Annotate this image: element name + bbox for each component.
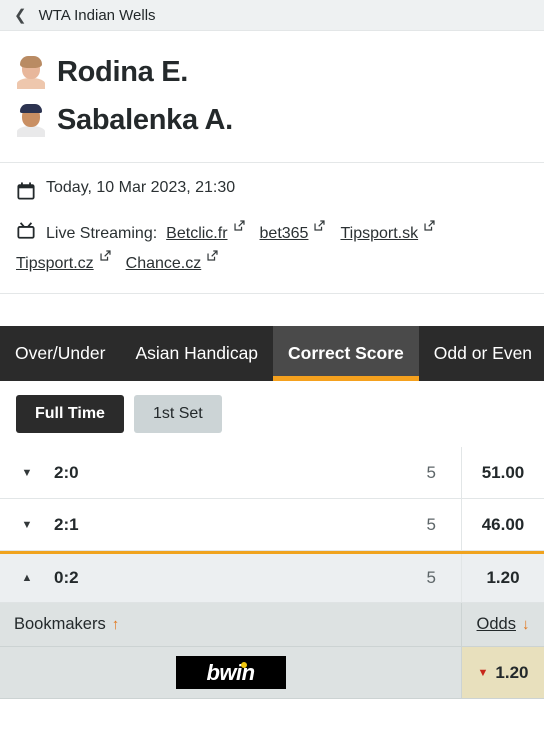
tab-odd-or-even[interactable]: Odd or Even bbox=[419, 326, 544, 381]
bookmakers-sort[interactable]: Bookmakers ↑ bbox=[0, 615, 461, 634]
bwin-logo-text: bwin bbox=[206, 659, 255, 685]
bookmaker-logo-cell[interactable]: bwin bbox=[0, 647, 461, 699]
bwin-logo[interactable]: bwin bbox=[175, 656, 286, 689]
avatar bbox=[16, 103, 46, 137]
avatar bbox=[16, 55, 46, 89]
sort-asc-icon: ↑ bbox=[111, 616, 120, 633]
period-selector: Full Time 1st Set bbox=[0, 381, 544, 447]
chevron-down-icon[interactable]: ▼ bbox=[0, 467, 54, 479]
stream-link-bet365[interactable]: bet365 bbox=[260, 219, 309, 249]
chevron-up-icon[interactable]: ▲ bbox=[0, 572, 54, 584]
stream-link-betclic[interactable]: Betclic.fr bbox=[166, 219, 227, 249]
player-row[interactable]: Rodina E. bbox=[16, 48, 544, 96]
market-tabs: Over/Under Asian Handicap Correct Score … bbox=[0, 326, 544, 381]
stream-link-tipsport-cz[interactable]: Tipsport.cz bbox=[16, 249, 94, 279]
external-link-icon bbox=[424, 220, 435, 231]
streaming-line: Live Streaming: Betclic.fr bet365 Tipspo… bbox=[16, 219, 528, 279]
bwin-logo-dot bbox=[240, 662, 247, 668]
external-link-icon bbox=[314, 220, 326, 231]
trend-down-icon: ▼ bbox=[477, 666, 489, 679]
odds-sort[interactable]: Odds ↓ bbox=[461, 603, 544, 646]
chevron-down-icon[interactable]: ▼ bbox=[0, 519, 54, 531]
sort-desc-icon: ↓ bbox=[521, 616, 530, 633]
tab-correct-score[interactable]: Correct Score bbox=[273, 326, 419, 381]
period-1st-set[interactable]: 1st Set bbox=[133, 395, 222, 433]
table-row[interactable]: ▼ 2:0 5 51.00 bbox=[0, 447, 544, 499]
score-label: 0:2 bbox=[54, 568, 79, 587]
player-name: Sabalenka A. bbox=[57, 103, 233, 136]
external-link-icon bbox=[207, 250, 218, 261]
tv-icon bbox=[17, 222, 35, 239]
correct-score-table: ▼ 2:0 5 51.00 ▼ 2:1 5 46.00 ▲ 0:2 5 1.20… bbox=[0, 447, 544, 699]
player-row[interactable]: Sabalenka A. bbox=[16, 96, 544, 144]
bookmaker-count: 5 bbox=[426, 514, 436, 534]
odds-value[interactable]: 1.20 bbox=[461, 554, 544, 602]
chevron-left-icon[interactable]: ❮ bbox=[14, 8, 27, 23]
tab-asian-handicap[interactable]: Asian Handicap bbox=[120, 326, 273, 381]
bookmaker-odds-cell[interactable]: ▼ 1.20 bbox=[461, 647, 544, 699]
datetime-line: Today, 10 Mar 2023, 21:30 bbox=[16, 179, 528, 200]
players-block: Rodina E. Sabalenka A. bbox=[0, 31, 544, 163]
odds-label: Odds bbox=[476, 615, 516, 633]
bookmaker-count: 5 bbox=[426, 462, 436, 482]
odds-value[interactable]: 51.00 bbox=[461, 447, 544, 498]
table-row[interactable]: ▼ 2:1 5 46.00 bbox=[0, 499, 544, 551]
external-link-icon bbox=[100, 250, 111, 261]
external-link-icon bbox=[233, 220, 245, 231]
bookmaker-count: 5 bbox=[426, 568, 436, 587]
calendar-icon bbox=[17, 182, 35, 200]
odds-value[interactable]: 46.00 bbox=[461, 499, 544, 550]
bookmaker-odds-value: 1.20 bbox=[495, 662, 529, 682]
score-label: 2:0 bbox=[54, 462, 79, 482]
stream-link-chance-cz[interactable]: Chance.cz bbox=[126, 249, 202, 279]
match-datetime: Today, 10 Mar 2023, 21:30 bbox=[46, 179, 236, 196]
match-info: Today, 10 Mar 2023, 21:30 Live Streaming… bbox=[0, 163, 544, 294]
score-label: 2:1 bbox=[54, 514, 79, 534]
streaming-label: Live Streaming: bbox=[46, 225, 158, 242]
period-full-time[interactable]: Full Time bbox=[16, 395, 124, 433]
breadcrumb-title[interactable]: WTA Indian Wells bbox=[39, 7, 156, 24]
player-name: Rodina E. bbox=[57, 55, 189, 88]
table-row-expanded[interactable]: ▲ 0:2 5 1.20 bbox=[0, 551, 544, 603]
tab-over-under[interactable]: Over/Under bbox=[0, 326, 120, 381]
bookmakers-label: Bookmakers bbox=[14, 615, 106, 633]
breadcrumb-bar: ❮ WTA Indian Wells bbox=[0, 0, 544, 31]
bookmaker-row[interactable]: bwin ▼ 1.20 bbox=[0, 647, 544, 699]
stream-link-tipsport-sk[interactable]: Tipsport.sk bbox=[340, 219, 418, 249]
bookmakers-header: Bookmakers ↑ Odds ↓ bbox=[0, 603, 544, 647]
